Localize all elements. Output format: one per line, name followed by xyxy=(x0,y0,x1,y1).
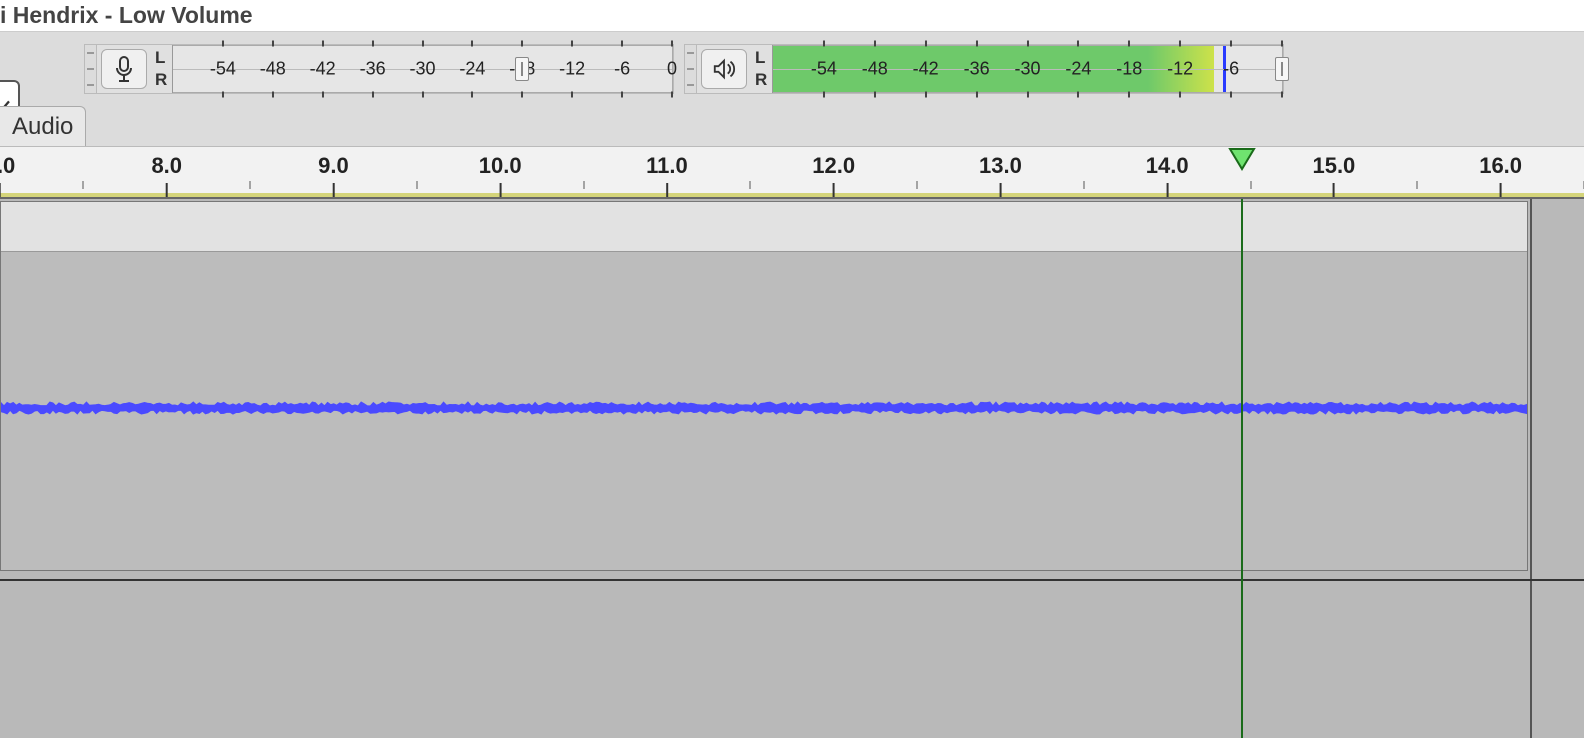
ruler-minor-tick xyxy=(1083,181,1084,189)
toolbar-gripper[interactable] xyxy=(85,45,97,93)
playhead-indicator[interactable] xyxy=(1228,147,1256,177)
waveform-display[interactable] xyxy=(1,252,1527,570)
ruler-tick: 10.0 xyxy=(479,153,522,179)
speaker-icon xyxy=(712,55,736,83)
channel-r-label: R xyxy=(753,69,772,91)
ruler-minor-tick xyxy=(583,181,584,189)
ruler-tick: 9.0 xyxy=(318,153,349,179)
ruler-minor-tick xyxy=(1417,181,1418,189)
playback-meter-toggle[interactable] xyxy=(701,49,747,89)
ruler-minor-tick xyxy=(83,181,84,189)
channel-r-label: R xyxy=(153,69,172,91)
audio-setup-tab[interactable]: Audio xyxy=(0,106,86,146)
ruler-tick: 16.0 xyxy=(1479,153,1522,179)
channel-l-label: L xyxy=(753,47,772,69)
playback-slider-handle[interactable] xyxy=(1275,57,1289,81)
window-title: i Hendrix - Low Volume xyxy=(0,0,1584,32)
microphone-icon xyxy=(112,55,136,83)
ruler-tick: 15.0 xyxy=(1312,153,1355,179)
ruler-tick: 12.0 xyxy=(812,153,855,179)
meter-toolbar: L R -54-48-42-36-30-24-18-12-60 L R xyxy=(0,32,1584,147)
title-text: i Hendrix - Low Volume xyxy=(0,2,253,29)
track-right-edge xyxy=(1530,199,1532,738)
recording-slider-handle[interactable] xyxy=(515,57,529,81)
ruler-minor-tick xyxy=(416,181,417,189)
ruler-tick: 13.0 xyxy=(979,153,1022,179)
ruler-tick: 14.0 xyxy=(1146,153,1189,179)
ruler-minor-tick xyxy=(917,181,918,189)
channel-labels: L R xyxy=(753,45,773,93)
track-area[interactable] xyxy=(0,197,1584,738)
playback-meter-group: L R -54-48-42-36-30-24-18-12-60 xyxy=(684,44,1284,94)
record-meter-toggle[interactable] xyxy=(101,49,147,89)
audio-tab-label: Audio xyxy=(12,113,73,141)
recording-level-meter[interactable]: -54-48-42-36-30-24-18-12-60 xyxy=(173,45,673,93)
channel-l-label: L xyxy=(153,47,172,69)
ruler-minor-tick xyxy=(750,181,751,189)
playhead-line xyxy=(1241,199,1243,738)
audio-clip[interactable] xyxy=(0,201,1528,571)
ruler-minor-tick xyxy=(1250,181,1251,189)
channel-labels: L R xyxy=(153,45,173,93)
ruler-tick: 7.0 xyxy=(0,153,15,179)
recording-meter-group: L R -54-48-42-36-30-24-18-12-60 xyxy=(84,44,674,94)
timeline-ruler[interactable]: 7.0 8.0 9.0 10.0 11.0 12.0 13.0 14.0 15.0 16.0 xyxy=(0,147,1584,197)
playback-level-meter[interactable]: -54-48-42-36-30-24-18-12-60 xyxy=(773,45,1283,93)
toolbar-gripper[interactable] xyxy=(685,45,697,93)
ruler-tick: 8.0 xyxy=(151,153,182,179)
clip-header[interactable] xyxy=(1,202,1527,252)
track-divider xyxy=(0,579,1584,581)
ruler-tick: 11.0 xyxy=(646,153,688,179)
waveform-icon xyxy=(1,398,1527,418)
ruler-minor-tick xyxy=(250,181,251,189)
